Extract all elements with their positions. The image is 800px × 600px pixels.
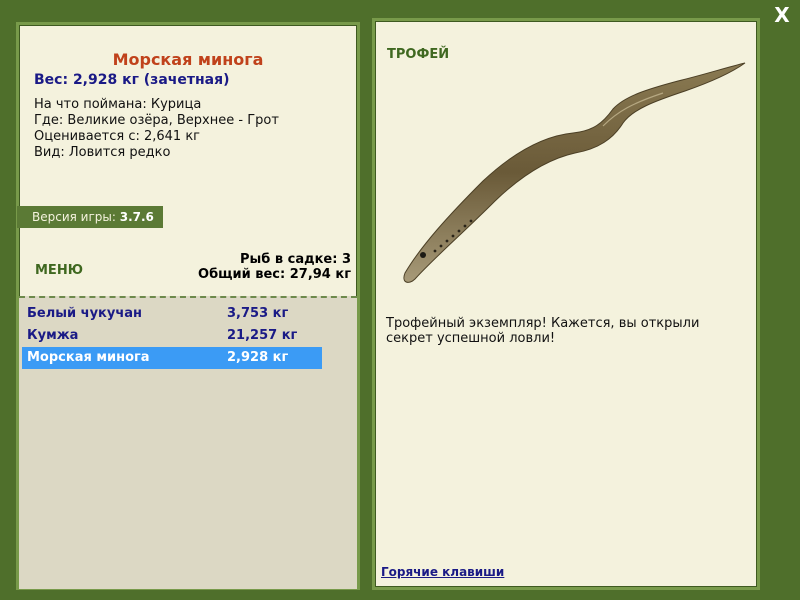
rarity-info: Вид: Ловится редко: [34, 145, 171, 160]
list-item-weight: 2,928 кг: [227, 350, 289, 365]
fish-weight: Вес: 2,928 кг (зачетная): [34, 72, 230, 88]
list-item[interactable]: Кумжа 21,257 кг: [22, 325, 322, 347]
close-icon: X: [774, 3, 790, 27]
trophy-description: Трофейный экземпляр! Кажется, вы открыли…: [386, 316, 700, 346]
keepnet-list: Белый чукучан 3,753 кг Кумжа 21,257 кг М…: [19, 296, 357, 589]
fish-title: Морская минога: [112, 50, 264, 69]
list-item-name: Кумжа: [27, 328, 79, 343]
version-value: 3.7.6: [119, 210, 154, 224]
game-version-bar: Версия игры: 3.7.6: [17, 206, 163, 228]
location-info: Где: Великие озёра, Верхнее - Грот: [34, 113, 279, 128]
menu-button[interactable]: МЕНЮ: [35, 263, 83, 278]
list-item-weight: 21,257 кг: [227, 328, 298, 343]
list-item-weight: 3,753 кг: [227, 306, 289, 321]
trophy-panel: ТРОФЕЙ Трофейный экземпляр! Кажется, вы …: [372, 18, 760, 590]
total-weight: Общий вес: 27,94 кг: [198, 267, 351, 282]
lamprey-fish-image: [403, 62, 746, 283]
list-item[interactable]: Белый чукучан 3,753 кг: [22, 303, 322, 325]
version-label: Версия игры:: [32, 210, 116, 224]
trophy-threshold-info: Оценивается с: 2,641 кг: [34, 129, 201, 144]
keepnet-stats: Рыб в садке: 3 Общий вес: 27,94 кг: [198, 252, 351, 282]
close-button[interactable]: X: [771, 4, 793, 26]
bait-info: На что поймана: Курица: [34, 97, 202, 112]
list-item-selected[interactable]: Морская минога 2,928 кг: [22, 347, 322, 369]
hotkeys-link[interactable]: Горячие клавиши: [381, 565, 504, 579]
list-item-name: Морская минога: [27, 350, 150, 365]
fish-count: Рыб в садке: 3: [239, 252, 351, 267]
fish-details: На что поймана: Курица Где: Великие озёр…: [34, 97, 279, 161]
list-item-name: Белый чукучан: [27, 306, 143, 321]
fish-info-panel: Морская минога Вес: 2,928 кг (зачетная) …: [16, 22, 360, 590]
